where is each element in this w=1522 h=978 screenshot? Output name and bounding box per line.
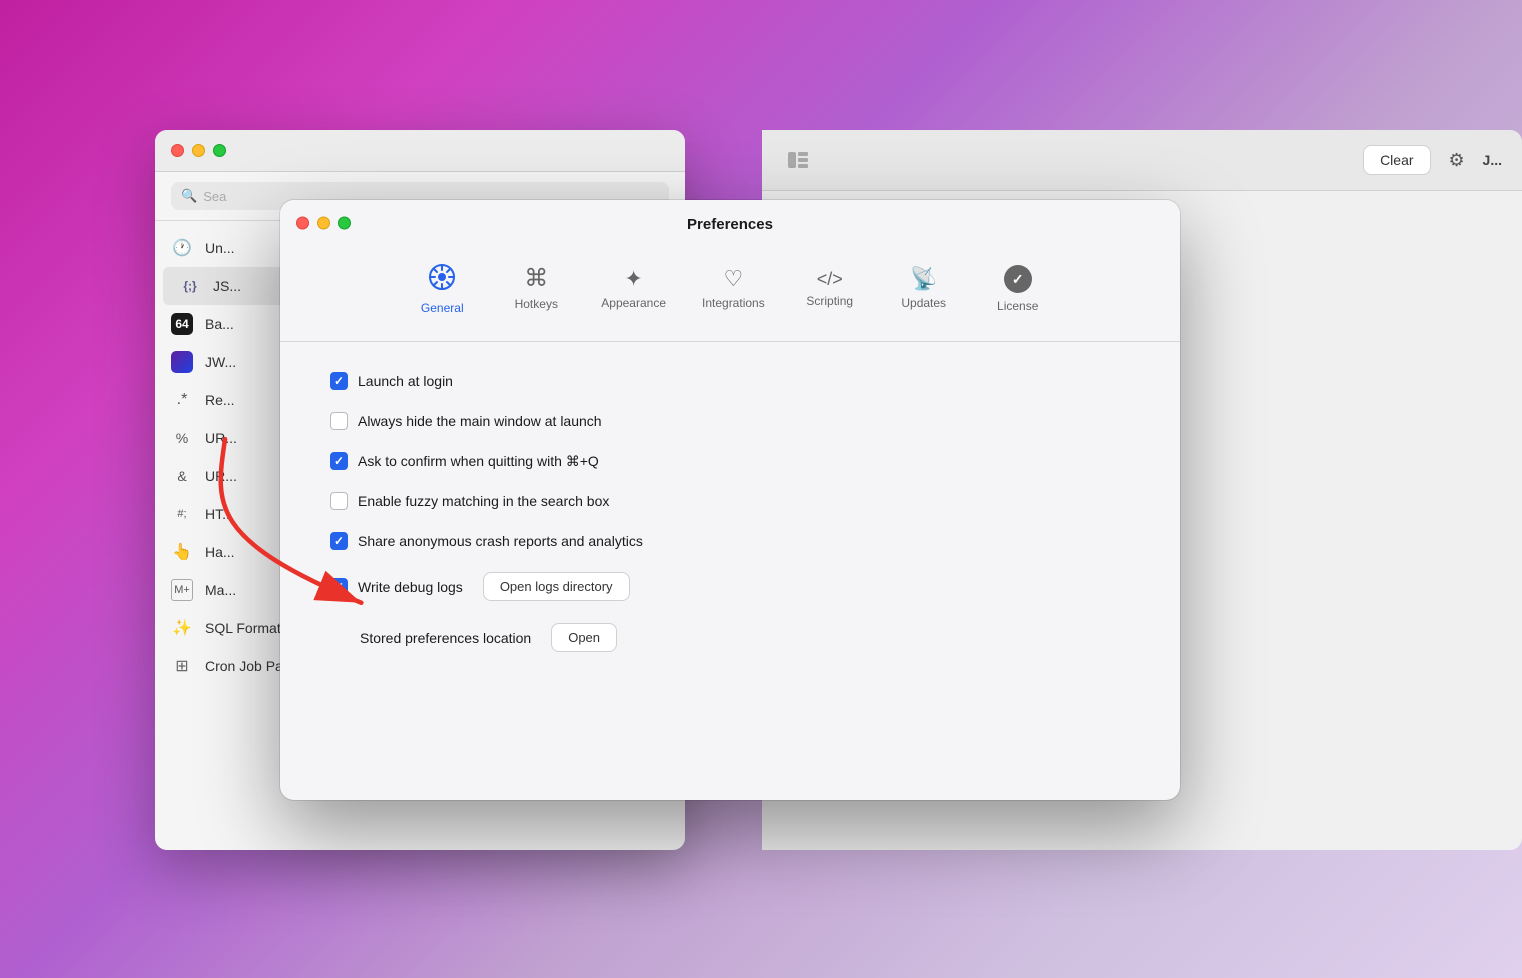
confirm-quit-checkbox[interactable] bbox=[330, 452, 348, 470]
crash-reports-checkbox[interactable] bbox=[330, 532, 348, 550]
preferences-content: Launch at login Always hide the main win… bbox=[280, 342, 1180, 682]
bg-close-button[interactable] bbox=[171, 144, 184, 157]
debug-logs-label: Write debug logs bbox=[358, 579, 463, 595]
confirm-quit-checkbox-wrapper[interactable]: Ask to confirm when quitting with ⌘+Q bbox=[330, 452, 599, 470]
open-stored-pref-button[interactable]: Open bbox=[551, 623, 617, 652]
tab-hotkeys[interactable]: ⌘ Hotkeys bbox=[491, 257, 581, 321]
bg-window-titlebar bbox=[155, 130, 685, 172]
traffic-lights bbox=[296, 216, 351, 229]
debug-logs-checkbox-wrapper[interactable]: Write debug logs bbox=[330, 578, 463, 596]
tab-label: Appearance bbox=[601, 296, 666, 310]
fuzzy-match-checkbox-wrapper[interactable]: Enable fuzzy matching in the search box bbox=[330, 492, 609, 510]
stored-pref-label: Stored preferences location bbox=[360, 630, 531, 646]
clear-button[interactable]: Clear bbox=[1363, 145, 1430, 175]
tab-updates[interactable]: 📡 Updates bbox=[879, 258, 969, 320]
base64-icon: 64 bbox=[171, 313, 193, 335]
scripting-icon: </> bbox=[817, 270, 843, 288]
tab-license[interactable]: ✓ License bbox=[973, 255, 1063, 323]
pref-maximize-button[interactable] bbox=[338, 216, 351, 229]
hide-window-label: Always hide the main window at launch bbox=[358, 413, 602, 429]
setting-row: Always hide the main window at launch bbox=[330, 412, 1130, 430]
clock-icon: 🕐 bbox=[171, 237, 193, 259]
markdown-icon: M+ bbox=[171, 579, 193, 601]
tab-appearance[interactable]: ✦ Appearance bbox=[585, 258, 682, 320]
pref-close-button[interactable] bbox=[296, 216, 309, 229]
preferences-toolbar: General ⌘ Hotkeys ✦ Appearance ♡ Integra… bbox=[280, 245, 1180, 342]
tab-label: Scripting bbox=[806, 294, 853, 308]
regex-icon: .* bbox=[171, 389, 193, 411]
pref-minimize-button[interactable] bbox=[317, 216, 330, 229]
fuzzy-match-label: Enable fuzzy matching in the search box bbox=[358, 493, 609, 509]
launch-login-checkbox[interactable] bbox=[330, 372, 348, 390]
launch-login-checkbox-wrapper[interactable]: Launch at login bbox=[330, 372, 453, 390]
json-icon: {;} bbox=[179, 275, 201, 297]
tab-label: Hotkeys bbox=[515, 297, 558, 311]
tab-general[interactable]: General bbox=[397, 253, 487, 325]
launch-login-label: Launch at login bbox=[358, 373, 453, 389]
open-logs-button[interactable]: Open logs directory bbox=[483, 572, 630, 601]
integrations-icon: ♡ bbox=[723, 268, 743, 290]
jw-icon bbox=[171, 351, 193, 373]
crash-reports-label: Share anonymous crash reports and analyt… bbox=[358, 533, 643, 549]
debug-logs-checkbox[interactable] bbox=[330, 578, 348, 596]
tab-integrations[interactable]: ♡ Integrations bbox=[686, 258, 781, 320]
setting-row: Share anonymous crash reports and analyt… bbox=[330, 532, 1130, 550]
general-icon bbox=[428, 263, 456, 295]
sidebar-toggle-button[interactable] bbox=[782, 148, 814, 172]
hide-window-checkbox-wrapper[interactable]: Always hide the main window at launch bbox=[330, 412, 602, 430]
setting-row: Enable fuzzy matching in the search box bbox=[330, 492, 1130, 510]
tab-label: License bbox=[997, 299, 1038, 313]
setting-row: Write debug logs Open logs directory bbox=[330, 572, 1130, 601]
url2-icon: & bbox=[171, 465, 193, 487]
ht-icon: #; bbox=[171, 503, 193, 525]
right-panel-actions: Clear ⚙ J... bbox=[1363, 144, 1502, 176]
right-panel-header: Clear ⚙ J... bbox=[762, 130, 1522, 191]
bg-maximize-button[interactable] bbox=[213, 144, 226, 157]
preferences-titlebar: Preferences bbox=[280, 200, 1180, 245]
fuzzy-match-checkbox[interactable] bbox=[330, 492, 348, 510]
tab-label: Integrations bbox=[702, 296, 765, 310]
license-icon: ✓ bbox=[1004, 265, 1032, 293]
preferences-dialog: Preferences General bbox=[280, 200, 1180, 800]
updates-icon: 📡 bbox=[910, 268, 937, 290]
confirm-quit-label: Ask to confirm when quitting with ⌘+Q bbox=[358, 453, 599, 470]
setting-row: Launch at login bbox=[330, 372, 1130, 390]
search-placeholder: Sea bbox=[203, 189, 226, 204]
crash-reports-checkbox-wrapper[interactable]: Share anonymous crash reports and analyt… bbox=[330, 532, 643, 550]
tab-scripting[interactable]: </> Scripting bbox=[785, 260, 875, 318]
stored-preferences-row: Stored preferences location Open bbox=[330, 623, 1130, 652]
bg-minimize-button[interactable] bbox=[192, 144, 205, 157]
gear-button[interactable]: ⚙ bbox=[1441, 144, 1473, 176]
setting-row: Ask to confirm when quitting with ⌘+Q bbox=[330, 452, 1130, 470]
cron-icon: ⊞ bbox=[171, 655, 193, 677]
sql-icon: ✨ bbox=[171, 617, 193, 639]
tab-label: General bbox=[421, 301, 464, 315]
hide-window-checkbox[interactable] bbox=[330, 412, 348, 430]
tab-label: Updates bbox=[901, 296, 946, 310]
search-icon: 🔍 bbox=[181, 188, 197, 204]
hotkeys-icon: ⌘ bbox=[524, 267, 548, 291]
fingerprint-icon: 👆 bbox=[171, 541, 193, 563]
url-icon: % bbox=[171, 427, 193, 449]
appearance-icon: ✦ bbox=[624, 268, 642, 290]
preferences-title: Preferences bbox=[687, 216, 773, 233]
js-label: J... bbox=[1483, 152, 1502, 168]
